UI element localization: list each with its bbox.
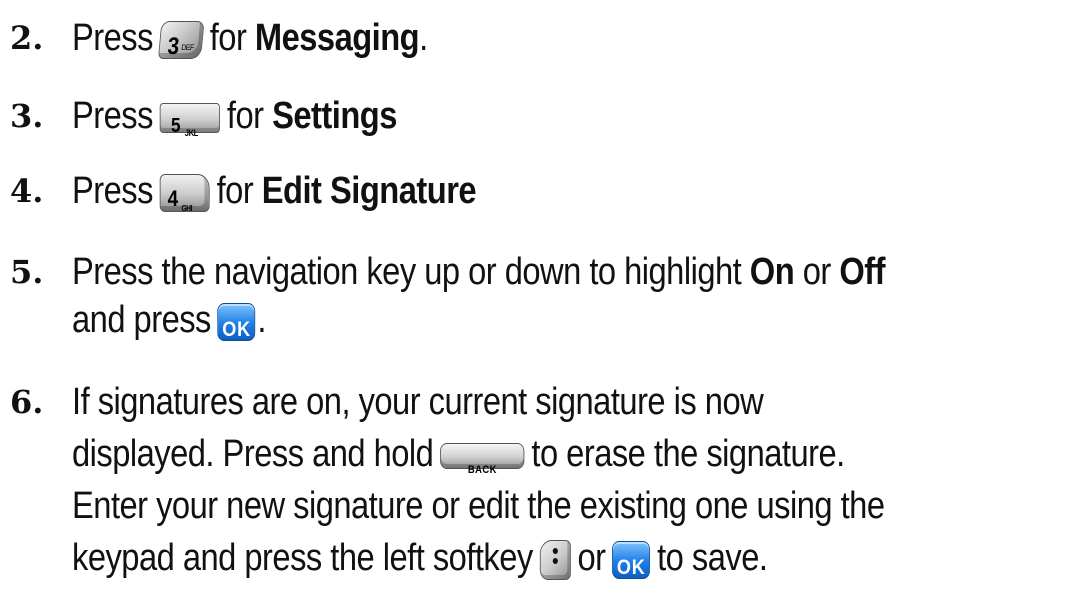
step-text: for	[226, 95, 264, 137]
step-line: Press the navigation key up or down to h…	[72, 251, 885, 293]
left-softkey-icon	[539, 539, 571, 580]
step-text: If signatures are on, your current signa…	[72, 381, 764, 423]
back-key-icon: BACK	[440, 442, 525, 476]
option-off: Off	[839, 251, 885, 293]
step-number: 5.	[10, 253, 44, 291]
menu-target: Messaging	[254, 17, 420, 59]
step-line: If signatures are on, your current signa…	[72, 380, 764, 424]
step-number: 4.	[10, 172, 44, 210]
ok-key-icon: OK	[612, 540, 651, 579]
step-text: Enter your new signature or edit the exi…	[72, 485, 885, 527]
step-line: Enter your new signature or edit the exi…	[72, 484, 885, 528]
key-4-icon: 4 GHI	[159, 173, 210, 213]
step-text: to erase the signature.	[531, 433, 845, 475]
instruction-page: 2. Press 3 DEF for Messaging. 3. Press 5 JKL f…	[0, 0, 1084, 604]
step-text: Press the navigation key up or down to h…	[72, 251, 742, 293]
key-3-icon: 3 DEF	[158, 20, 205, 60]
step-line: displayed. Press and hold BACK to erase th…	[72, 432, 845, 476]
step-text: and press	[72, 299, 211, 341]
menu-target: Settings	[272, 95, 397, 137]
step-number: 2.	[10, 19, 44, 57]
step-number: 6.	[10, 383, 44, 421]
step-text: to save.	[657, 537, 768, 579]
step-line: Press 4 GHI for Edit Signature	[72, 169, 477, 213]
step-text: Press	[72, 17, 153, 59]
step-number: 3.	[10, 97, 44, 135]
ok-key-icon: OK	[217, 302, 256, 341]
option-on: On	[749, 251, 795, 293]
step-text: for	[216, 170, 254, 212]
step-text: displayed. Press and hold	[72, 433, 434, 475]
step-text: keypad and press the left softkey	[72, 537, 533, 579]
step-line: Press 3 DEF for Messaging.	[72, 17, 428, 60]
key-5-icon: 5 JKL	[159, 102, 221, 138]
step-line: keypad and press the left softkey or OK to …	[72, 537, 768, 580]
step-line: Press 5 JKL for Settings	[72, 94, 397, 138]
step-text: Press	[72, 170, 153, 212]
step-line: and press OK.	[72, 299, 266, 341]
step-text: Press	[72, 95, 153, 137]
step-text: for	[209, 17, 247, 59]
menu-target: Edit Signature	[261, 170, 477, 212]
